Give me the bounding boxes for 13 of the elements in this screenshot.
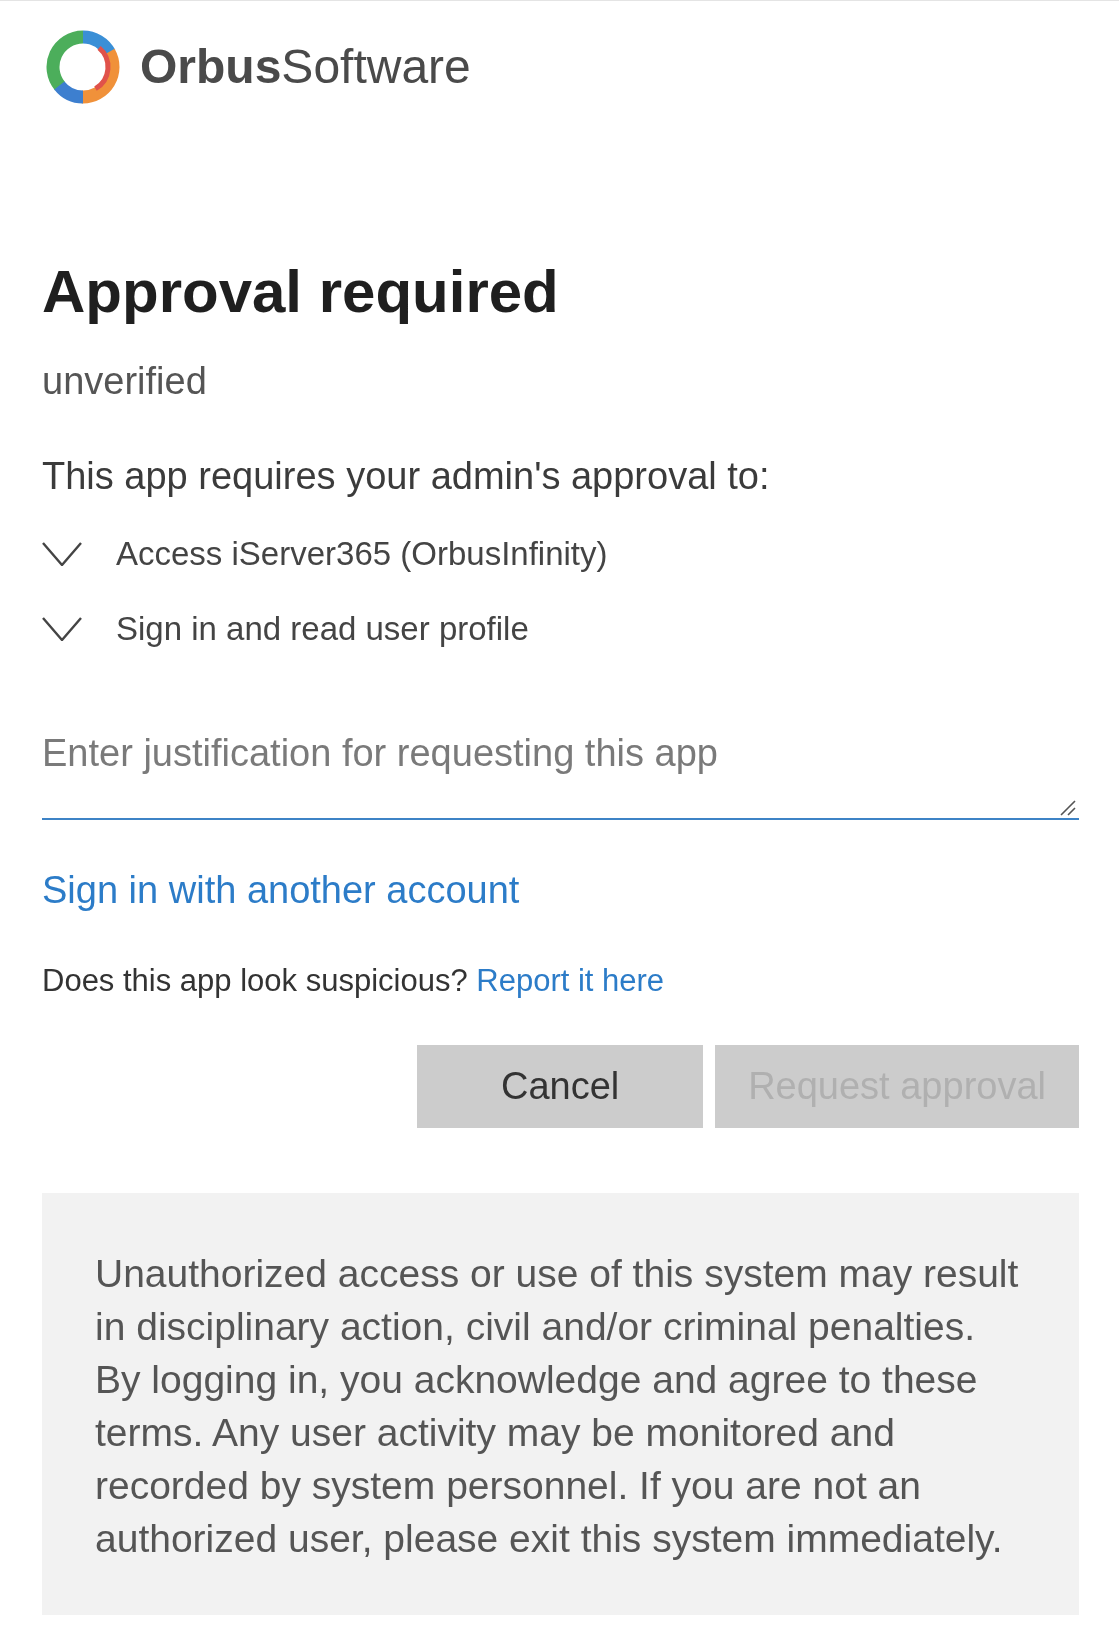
app-status-text: unverified [42,359,207,404]
permission-item[interactable]: Access iServer365 (OrbusInfinity) [42,532,608,575]
legal-notice-text: Unauthorized access or use of this system may result in disciplinary action, civil and/or criminal penalties. By logging in, you acknowledge and agree to these terms. Any user activity may be monitored and recorded by system personnel. If you are not an authorized user, please exit this system immediately. [95,1251,1020,1562]
switch-account-link[interactable]: Sign in with another account [42,866,520,915]
permission-item[interactable]: Sign in and read user profile [42,607,529,650]
logo-wordmark: OrbusSoftware [140,40,471,94]
intro-text: This app requires your admin's approval to: [42,454,770,499]
report-prompt: Does this app look suspicious? Report it here [42,962,665,1000]
page-heading: Approval required [42,257,559,327]
ring-logo-icon [46,30,120,104]
report-link[interactable]: Report it here [476,963,665,998]
cancel-button[interactable]: Cancel [417,1045,704,1128]
justification-field[interactable]: Enter justification for requesting this app [42,720,1079,820]
